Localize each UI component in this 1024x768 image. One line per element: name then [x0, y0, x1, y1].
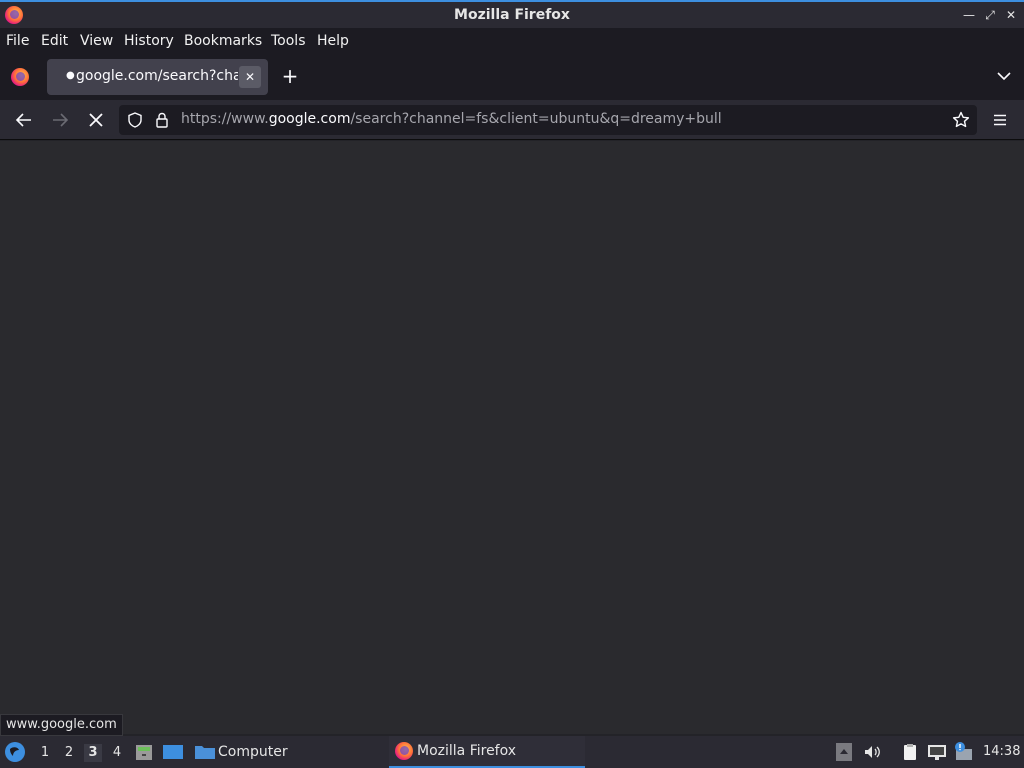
menu-history[interactable]: History — [124, 33, 174, 49]
tab-google-search[interactable]: ● google.com/search?channel=fs&client=ub… — [47, 59, 268, 95]
new-tab-button[interactable]: + — [280, 64, 300, 88]
show-desktop-icon[interactable] — [162, 742, 184, 762]
workspace-3[interactable]: 3 — [84, 744, 102, 762]
workspace-4[interactable]: 4 — [108, 744, 126, 762]
notification-icon[interactable] — [952, 741, 974, 763]
close-window-button[interactable]: ✕ — [1003, 7, 1019, 23]
bookmark-star-icon[interactable] — [951, 110, 971, 130]
menu-file[interactable]: File — [6, 33, 29, 49]
menu-view[interactable]: View — [80, 33, 113, 49]
window-title: Mozilla Firefox — [454, 7, 570, 23]
restore-button[interactable]: ⤢ — [982, 7, 998, 23]
list-all-tabs-chevron-down-icon[interactable] — [994, 66, 1014, 86]
task-computer[interactable]: Computer — [218, 744, 288, 760]
url-protocol: https://www. — [181, 111, 269, 127]
taskbar: 1 2 3 4 Computer Mozilla Firefox 14:38 — [0, 736, 1024, 768]
tab-title: google.com/search?channel=fs&client=ubun… — [76, 68, 238, 84]
tray-expand-up-icon[interactable] — [836, 743, 852, 761]
close-tab-icon[interactable]: ✕ — [239, 66, 261, 88]
task-firefox-label: Mozilla Firefox — [417, 743, 517, 759]
network-icon[interactable] — [926, 742, 948, 762]
task-firefox-logo-icon — [395, 742, 413, 760]
app-launcher-icon[interactable] — [4, 741, 26, 763]
status-panel: www.google.com — [0, 714, 123, 736]
url-path: /search?channel=fs&client=ubuntu&q=dream… — [350, 111, 722, 127]
workspace-1[interactable]: 1 — [36, 744, 54, 762]
url-host: google.com — [268, 111, 351, 127]
hamburger-menu-icon[interactable] — [988, 108, 1012, 132]
back-arrow-icon[interactable] — [12, 108, 36, 132]
task-mozilla-firefox[interactable]: Mozilla Firefox — [389, 736, 585, 768]
folder-icon[interactable] — [194, 742, 216, 762]
window-titlebar[interactable]: Mozilla Firefox — ⤢ ✕ — [0, 0, 1024, 28]
page-content-area[interactable] — [0, 141, 1024, 734]
loading-dot-icon: ● — [66, 70, 75, 81]
tab-bar: ● google.com/search?channel=fs&client=ub… — [0, 54, 1024, 100]
url-text[interactable]: https://www.google.com/search?channel=fs… — [181, 111, 722, 127]
forward-arrow-icon[interactable] — [48, 108, 72, 132]
workspace-2[interactable]: 2 — [60, 744, 78, 762]
lock-icon[interactable] — [154, 111, 170, 129]
menu-help[interactable]: Help — [317, 33, 349, 49]
navigation-toolbar: https://www.google.com/search?channel=fs… — [0, 100, 1024, 140]
url-bar[interactable]: https://www.google.com/search?channel=fs… — [119, 105, 977, 135]
stop-loading-icon[interactable] — [84, 108, 108, 132]
volume-icon[interactable] — [862, 742, 882, 762]
file-cabinet-icon[interactable] — [134, 742, 154, 762]
tracking-protection-shield-icon[interactable] — [126, 111, 144, 129]
clipboard-icon[interactable] — [900, 742, 920, 762]
menu-bookmarks[interactable]: Bookmarks — [184, 33, 262, 49]
minimize-button[interactable]: — — [961, 7, 977, 23]
menu-bar: File Edit View History Bookmarks Tools H… — [0, 28, 1024, 54]
clock: 14:38 — [983, 744, 1021, 759]
firefox-view-icon[interactable] — [11, 68, 29, 86]
menu-tools[interactable]: Tools — [271, 33, 306, 49]
menu-edit[interactable]: Edit — [41, 33, 68, 49]
